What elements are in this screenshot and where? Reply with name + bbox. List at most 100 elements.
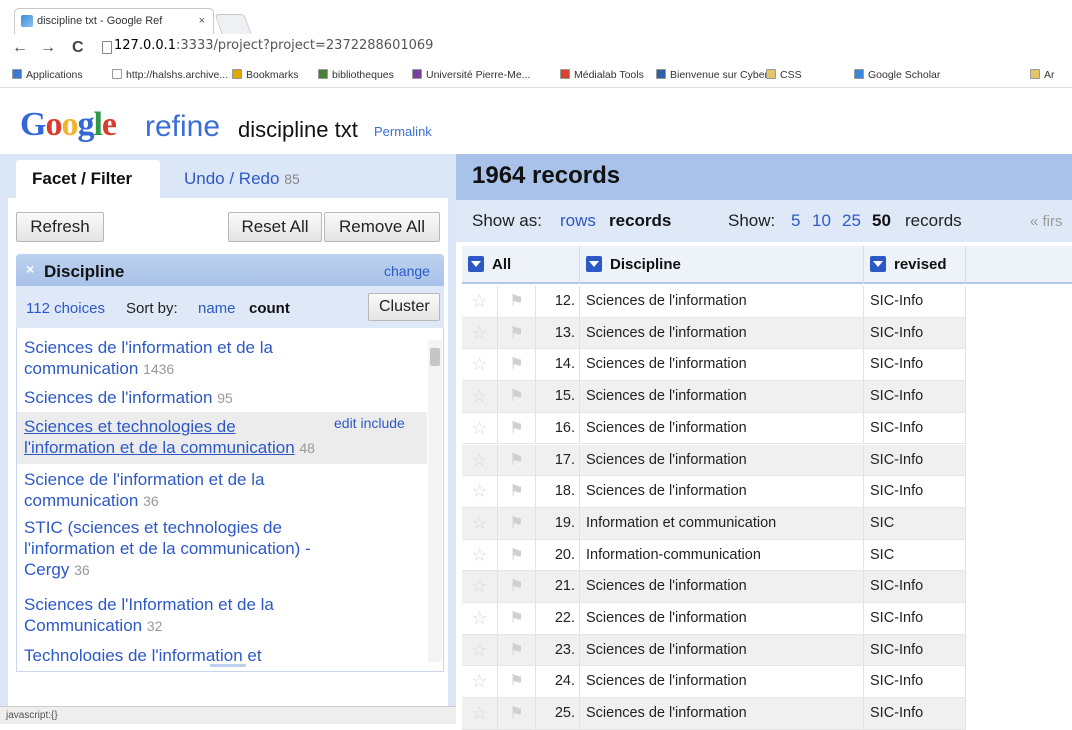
flag-icon[interactable]: ⚑ [498, 507, 536, 540]
cell-revised[interactable]: SIC-Info [864, 603, 966, 635]
facet-choice[interactable]: Technologies de l'information et [24, 645, 424, 661]
cell-discipline[interactable]: Information-communication [580, 539, 864, 572]
facet-choice[interactable]: Sciences de l'Information et de la Commu… [24, 594, 424, 637]
flag-icon[interactable]: ⚑ [498, 476, 536, 508]
bookmark-item[interactable]: Médialab Tools [560, 69, 644, 81]
star-icon[interactable]: ☆ [462, 634, 498, 667]
facet-scrollbar-thumb[interactable] [430, 348, 440, 366]
cluster-button[interactable]: Cluster [368, 293, 440, 321]
refresh-button[interactable]: Refresh [16, 212, 104, 242]
forward-icon[interactable]: → [40, 34, 56, 62]
star-icon[interactable]: ☆ [462, 539, 498, 572]
cell-revised[interactable]: SIC [864, 539, 966, 572]
column-menu-icon[interactable] [586, 256, 602, 272]
bookmark-item[interactable]: Université Pierre-Me... [412, 69, 530, 81]
star-icon[interactable]: ☆ [462, 286, 498, 318]
bookmark-item[interactable]: Ar [1030, 69, 1055, 81]
cell-revised[interactable]: SIC-Info [864, 571, 966, 603]
flag-icon[interactable]: ⚑ [498, 381, 536, 413]
cell-discipline[interactable]: Sciences de l'information [580, 634, 864, 667]
page-size-10[interactable]: 10 [812, 211, 831, 231]
reset-all-button[interactable]: Reset All [228, 212, 322, 242]
edit-link[interactable]: edit [334, 415, 357, 431]
cell-revised[interactable]: SIC-Info [864, 349, 966, 382]
cell-revised[interactable]: SIC-Info [864, 286, 966, 318]
cell-discipline[interactable]: Information et communication [580, 507, 864, 540]
flag-icon[interactable]: ⚑ [498, 666, 536, 699]
tab-facet-filter[interactable]: Facet / Filter [16, 160, 160, 198]
permalink-link[interactable]: Permalink [374, 124, 432, 139]
bookmark-item[interactable]: CSS [766, 69, 802, 81]
star-icon[interactable]: ☆ [462, 349, 498, 382]
facet-choice[interactable]: Sciences de l'information 95 [24, 387, 424, 409]
cell-revised[interactable]: SIC-Info [864, 412, 966, 445]
cell-discipline[interactable]: Sciences de l'information [580, 349, 864, 382]
facet-choice[interactable]: STIC (sciences et technologies de l'info… [24, 517, 424, 581]
flag-icon[interactable]: ⚑ [498, 539, 536, 572]
show-as-records-selected[interactable]: records [609, 211, 671, 231]
google-logo[interactable]: Google [20, 107, 117, 143]
cell-discipline[interactable]: Sciences de l'information [580, 476, 864, 508]
cell-revised[interactable]: SIC-Info [864, 381, 966, 413]
choices-count-link[interactable]: 112 choices [26, 300, 105, 317]
star-icon[interactable]: ☆ [462, 666, 498, 699]
flag-icon[interactable]: ⚑ [498, 603, 536, 635]
flag-icon[interactable]: ⚑ [498, 286, 536, 318]
bookmark-item[interactable]: http://halshs.archive... [112, 69, 228, 81]
first-page-link[interactable]: « firs [1030, 213, 1063, 230]
star-icon[interactable]: ☆ [462, 476, 498, 508]
star-icon[interactable]: ☆ [462, 603, 498, 635]
cell-revised[interactable]: SIC-Info [864, 317, 966, 350]
cell-revised[interactable]: SIC-Info [864, 666, 966, 699]
flag-icon[interactable]: ⚑ [498, 571, 536, 603]
bookmark-item[interactable]: Bookmarks [232, 69, 299, 81]
facet-choice[interactable]: Sciences de l'information et de la commu… [24, 337, 424, 380]
bookmark-item[interactable]: bibliotheques [318, 69, 394, 81]
column-all[interactable]: All [462, 246, 580, 284]
flag-icon[interactable]: ⚑ [498, 634, 536, 667]
column-menu-icon[interactable] [468, 256, 484, 272]
flag-icon[interactable]: ⚑ [498, 412, 536, 445]
refine-logo-word[interactable]: refine [145, 111, 220, 143]
star-icon[interactable]: ☆ [462, 412, 498, 445]
flag-icon[interactable]: ⚑ [498, 698, 536, 730]
cell-discipline[interactable]: Sciences de l'information [580, 412, 864, 445]
reload-icon[interactable]: C [72, 34, 84, 62]
back-icon[interactable]: ← [12, 34, 28, 62]
cell-discipline[interactable]: Sciences de l'information [580, 286, 864, 318]
column-discipline[interactable]: Discipline [580, 246, 864, 284]
facet-scrollbar[interactable] [428, 340, 442, 662]
star-icon[interactable]: ☆ [462, 507, 498, 540]
star-icon[interactable]: ☆ [462, 317, 498, 350]
star-icon[interactable]: ☆ [462, 444, 498, 477]
tab-undo-redo[interactable]: Undo / Redo 85 [168, 160, 316, 198]
cell-revised[interactable]: SIC-Info [864, 634, 966, 667]
cell-revised[interactable]: SIC-Info [864, 444, 966, 477]
cell-discipline[interactable]: Sciences de l'information [580, 317, 864, 350]
flag-icon[interactable]: ⚑ [498, 444, 536, 477]
cell-discipline[interactable]: Sciences de l'information [580, 666, 864, 699]
star-icon[interactable]: ☆ [462, 698, 498, 730]
cell-discipline[interactable]: Sciences de l'information [580, 381, 864, 413]
include-link[interactable]: include [360, 415, 404, 431]
facet-close-icon[interactable]: × [26, 261, 34, 277]
url-field[interactable]: 127.0.0.1:3333/project?project=237228860… [114, 38, 433, 53]
tab-close-icon[interactable]: × [199, 9, 205, 33]
sort-name-link[interactable]: name [198, 300, 236, 317]
cell-revised[interactable]: SIC-Info [864, 476, 966, 508]
page-size-50[interactable]: 50 [872, 211, 891, 231]
page-size-25[interactable]: 25 [842, 211, 861, 231]
flag-icon[interactable]: ⚑ [498, 317, 536, 350]
facet-choice[interactable]: Science de l'information et de la commun… [24, 469, 424, 512]
star-icon[interactable]: ☆ [462, 381, 498, 413]
cell-discipline[interactable]: Sciences de l'information [580, 571, 864, 603]
cell-revised[interactable]: SIC [864, 507, 966, 540]
flag-icon[interactable]: ⚑ [498, 349, 536, 382]
bookmark-item[interactable]: Bienvenue sur Cyber... [656, 69, 776, 81]
sort-count-selected[interactable]: count [249, 300, 290, 317]
facet-change-link[interactable]: change [384, 263, 430, 279]
cell-discipline[interactable]: Sciences de l'information [580, 603, 864, 635]
page-size-5[interactable]: 5 [791, 211, 800, 231]
remove-all-button[interactable]: Remove All [324, 212, 440, 242]
cell-revised[interactable]: SIC-Info [864, 698, 966, 730]
